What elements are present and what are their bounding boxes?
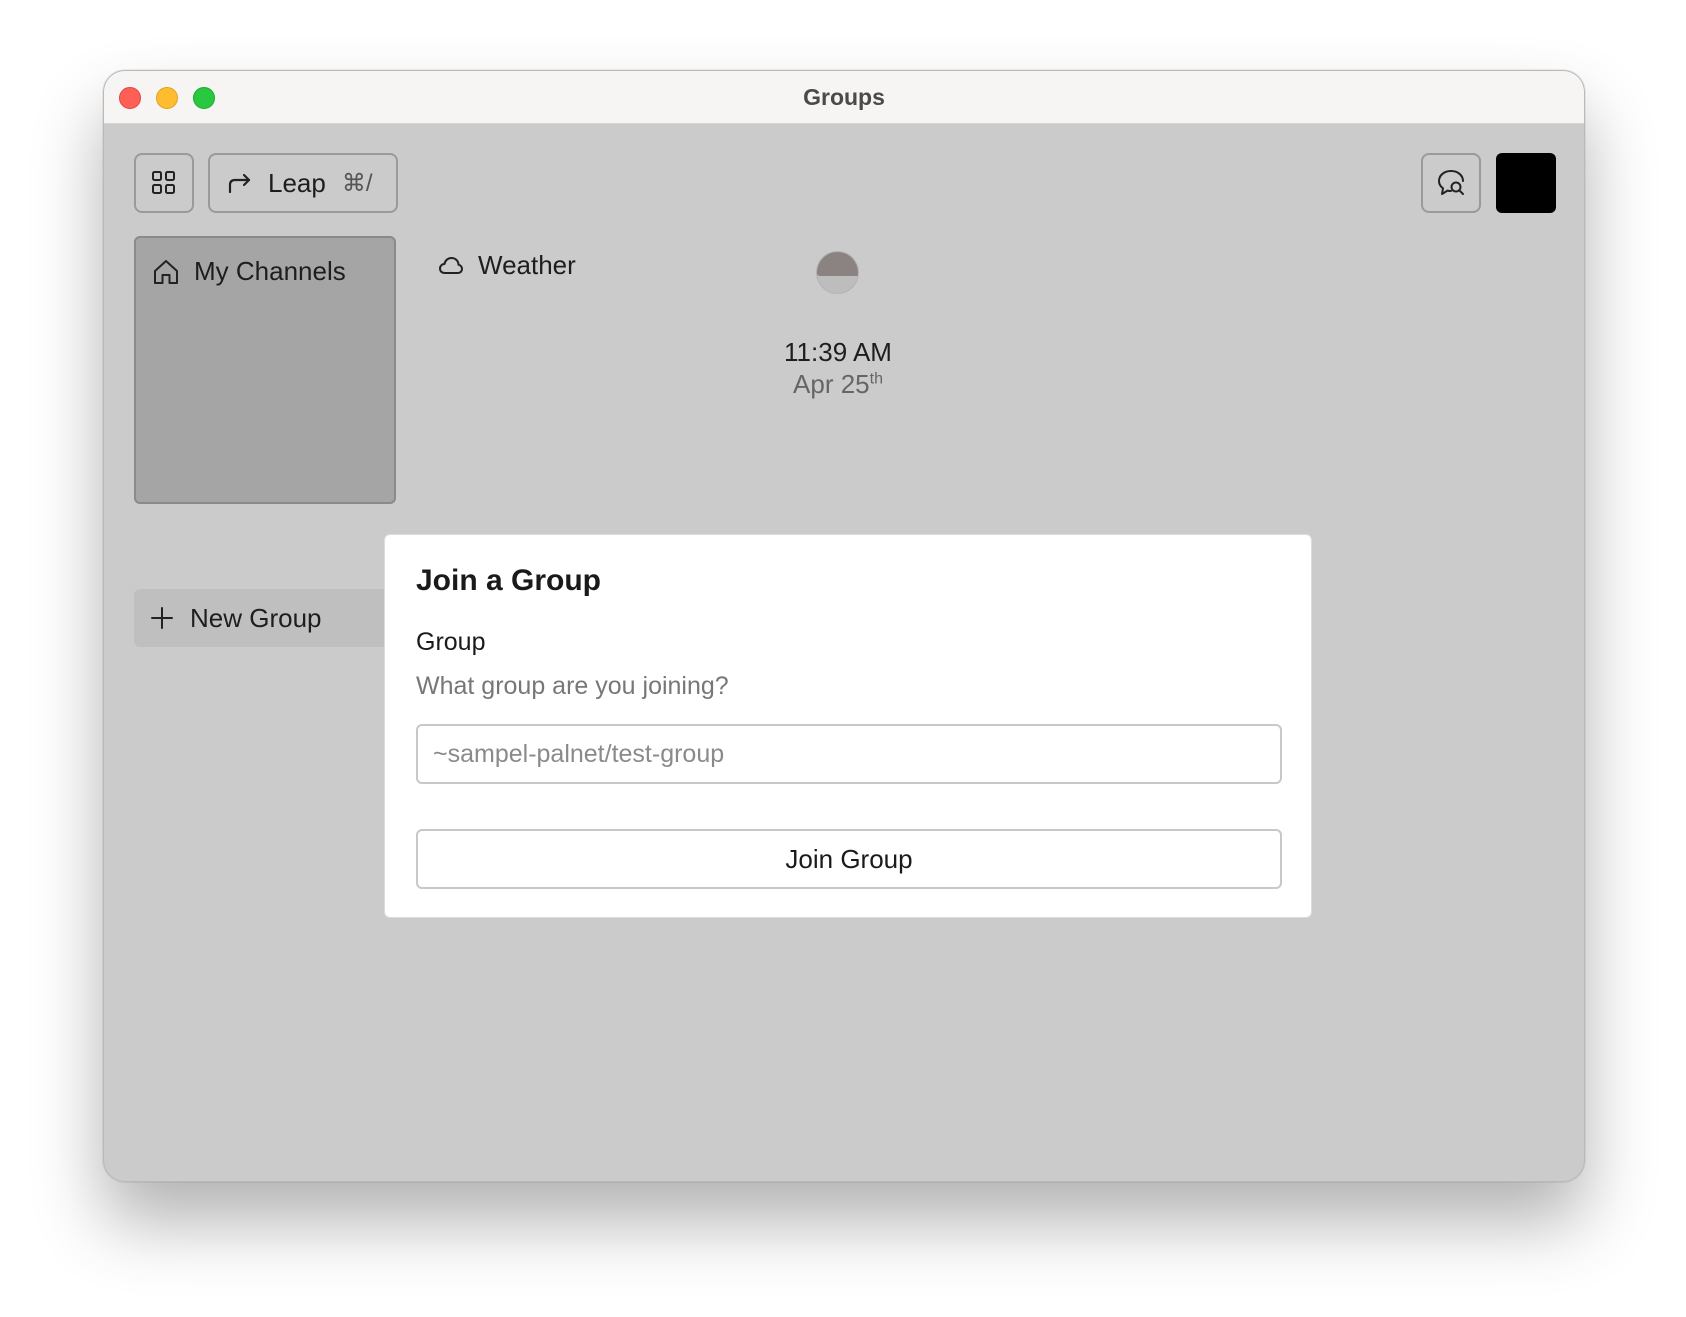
cloud-icon — [439, 256, 463, 274]
chat-search-icon — [1438, 170, 1464, 195]
apps-button[interactable] — [134, 153, 194, 213]
avatar[interactable] — [1496, 153, 1556, 213]
clock-date: Apr 25th — [738, 369, 938, 400]
app-window: Groups Leap ⌘/ My Channels Weather 11:39… — [103, 70, 1585, 1182]
group-field-label: Group — [416, 628, 486, 656]
group-field-help: What group are you joining? — [416, 672, 729, 700]
dialog-title: Join a Group — [416, 564, 602, 597]
plus-icon — [151, 607, 173, 629]
my-channels-label: My Channels — [194, 256, 346, 286]
join-group-button[interactable]: Join Group — [416, 829, 1282, 889]
group-input[interactable] — [416, 724, 1282, 784]
new-group-label: New Group — [190, 602, 322, 633]
clock-date-text: Apr 25 — [793, 369, 870, 399]
title-bar: Groups — [104, 71, 1584, 124]
weather-label: Weather — [478, 250, 576, 280]
main-content: Leap ⌘/ My Channels Weather 11:39 AM Apr… — [104, 124, 1584, 1181]
home-icon — [154, 259, 178, 284]
clock-time: 11:39 AM — [784, 337, 892, 367]
redirect-arrow-icon — [228, 173, 251, 194]
my-channels-tile[interactable]: My Channels — [134, 236, 396, 504]
clock-date-suffix: th — [869, 370, 883, 388]
weather-tile[interactable]: Weather — [438, 250, 576, 281]
window-title: Groups — [803, 84, 885, 110]
new-group-button[interactable]: New Group — [134, 589, 396, 647]
leap-button[interactable]: Leap ⌘/ — [208, 153, 398, 213]
leap-label: Leap — [268, 167, 326, 198]
grid-icon — [152, 171, 175, 194]
moon-phase-icon — [816, 251, 859, 294]
leap-shortcut: ⌘/ — [341, 169, 373, 197]
notifications-button[interactable] — [1421, 153, 1481, 213]
join-group-dialog: Join a Group Group What group are you jo… — [384, 534, 1312, 918]
